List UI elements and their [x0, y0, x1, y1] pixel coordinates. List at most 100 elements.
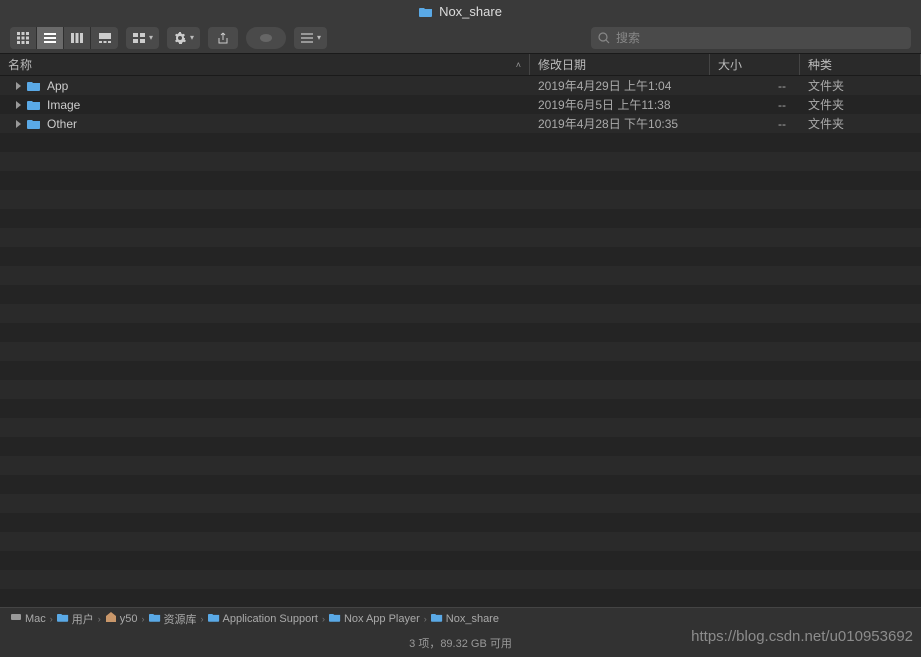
- folder-icon: [27, 99, 41, 110]
- file-kind: 文件夹: [800, 96, 921, 113]
- home-icon: [105, 611, 117, 626]
- view-mode-group: [10, 27, 118, 49]
- empty-row: [0, 513, 921, 532]
- empty-row: [0, 304, 921, 323]
- breadcrumb[interactable]: 用户: [57, 611, 94, 627]
- file-size: --: [710, 98, 800, 112]
- file-name: Other: [47, 117, 77, 131]
- breadcrumb-label: y50: [120, 613, 138, 625]
- toolbar: ▾ ▾ ▾: [0, 22, 921, 54]
- empty-row: [0, 342, 921, 361]
- table-row[interactable]: Other 2019年4月28日 下午10:35--文件夹: [0, 114, 921, 133]
- breadcrumb-label: Nox_share: [446, 613, 499, 625]
- empty-row: [0, 437, 921, 456]
- dropdown-button[interactable]: ▾: [294, 27, 327, 49]
- file-kind: 文件夹: [800, 115, 921, 132]
- breadcrumb[interactable]: 资源库: [149, 611, 197, 627]
- table-row[interactable]: App 2019年4月29日 上午1:04--文件夹: [0, 76, 921, 95]
- tags-button[interactable]: [246, 27, 286, 49]
- breadcrumb-label: 资源库: [164, 611, 197, 627]
- path-bar: Mac › 用户 › y50 › 资源库 › Application Support › Nox A…: [0, 607, 921, 629]
- chevron-down-icon: ▾: [317, 33, 321, 42]
- empty-row: [0, 399, 921, 418]
- disclosure-triangle-icon[interactable]: [16, 120, 21, 128]
- breadcrumb[interactable]: Nox App Player: [329, 612, 420, 625]
- column-headers: 名称 ˄ 修改日期 大小 种类: [0, 54, 921, 76]
- file-date: 2019年4月28日 下午10:35: [530, 115, 710, 132]
- empty-row: [0, 532, 921, 551]
- breadcrumb-label: Application Support: [223, 613, 318, 625]
- arrange-button[interactable]: ▾: [126, 27, 159, 49]
- file-kind: 文件夹: [800, 77, 921, 94]
- chevron-right-icon: ›: [424, 614, 427, 624]
- file-date: 2019年4月29日 上午1:04: [530, 77, 710, 94]
- empty-row: [0, 380, 921, 399]
- empty-row: [0, 589, 921, 607]
- folder-icon: [27, 118, 41, 129]
- table-row[interactable]: Image 2019年6月5日 上午11:38--文件夹: [0, 95, 921, 114]
- window-title: Nox_share: [439, 4, 502, 19]
- view-gallery-button[interactable]: [91, 27, 118, 49]
- disclosure-triangle-icon[interactable]: [16, 101, 21, 109]
- breadcrumb-label: Nox App Player: [344, 613, 420, 625]
- empty-row: [0, 152, 921, 171]
- file-name: App: [47, 79, 68, 93]
- chevron-right-icon: ›: [142, 614, 145, 624]
- folder-icon: [431, 612, 443, 625]
- folder-icon: [149, 612, 161, 625]
- file-size: --: [710, 79, 800, 93]
- empty-row: [0, 475, 921, 494]
- column-header-size[interactable]: 大小: [710, 54, 800, 75]
- column-header-name[interactable]: 名称 ˄: [0, 54, 530, 75]
- folder-icon: [419, 6, 433, 17]
- chevron-right-icon: ›: [98, 614, 101, 624]
- empty-row: [0, 247, 921, 266]
- empty-row: [0, 285, 921, 304]
- folder-icon: [329, 612, 341, 625]
- titlebar: Nox_share: [0, 0, 921, 22]
- chevron-right-icon: ›: [201, 614, 204, 624]
- empty-row: [0, 418, 921, 437]
- breadcrumb[interactable]: Nox_share: [431, 612, 499, 625]
- folder-icon: [208, 612, 220, 625]
- empty-row: [0, 209, 921, 228]
- breadcrumb[interactable]: Application Support: [208, 612, 318, 625]
- empty-row: [0, 171, 921, 190]
- status-text: 3 项，89.32 GB 可用: [409, 635, 512, 651]
- empty-row: [0, 570, 921, 589]
- column-header-date[interactable]: 修改日期: [530, 54, 710, 75]
- empty-row: [0, 190, 921, 209]
- empty-row: [0, 133, 921, 152]
- empty-row: [0, 323, 921, 342]
- file-name: Image: [47, 98, 80, 112]
- empty-row: [0, 494, 921, 513]
- empty-row: [0, 361, 921, 380]
- search-icon: [597, 31, 611, 45]
- sort-indicator-icon: ˄: [516, 60, 521, 70]
- breadcrumb[interactable]: y50: [105, 611, 138, 626]
- breadcrumb[interactable]: Mac: [10, 611, 46, 626]
- disk-icon: [10, 611, 22, 626]
- file-size: --: [710, 117, 800, 131]
- column-header-kind[interactable]: 种类: [800, 54, 921, 75]
- file-date: 2019年6月5日 上午11:38: [530, 96, 710, 113]
- view-list-button[interactable]: [37, 27, 64, 49]
- disclosure-triangle-icon[interactable]: [16, 82, 21, 90]
- breadcrumb-label: Mac: [25, 613, 46, 625]
- empty-row: [0, 551, 921, 570]
- breadcrumb-label: 用户: [72, 611, 94, 627]
- chevron-down-icon: ▾: [190, 33, 194, 42]
- empty-row: [0, 266, 921, 285]
- view-column-button[interactable]: [64, 27, 91, 49]
- chevron-down-icon: ▾: [149, 33, 153, 42]
- chevron-right-icon: ›: [50, 614, 53, 624]
- search-field[interactable]: [591, 27, 911, 49]
- folder-icon: [57, 612, 69, 625]
- view-icon-button[interactable]: [10, 27, 37, 49]
- search-input[interactable]: [616, 31, 905, 45]
- empty-row: [0, 228, 921, 247]
- action-button[interactable]: ▾: [167, 27, 200, 49]
- chevron-right-icon: ›: [322, 614, 325, 624]
- share-button[interactable]: [208, 27, 238, 49]
- folder-icon: [27, 80, 41, 91]
